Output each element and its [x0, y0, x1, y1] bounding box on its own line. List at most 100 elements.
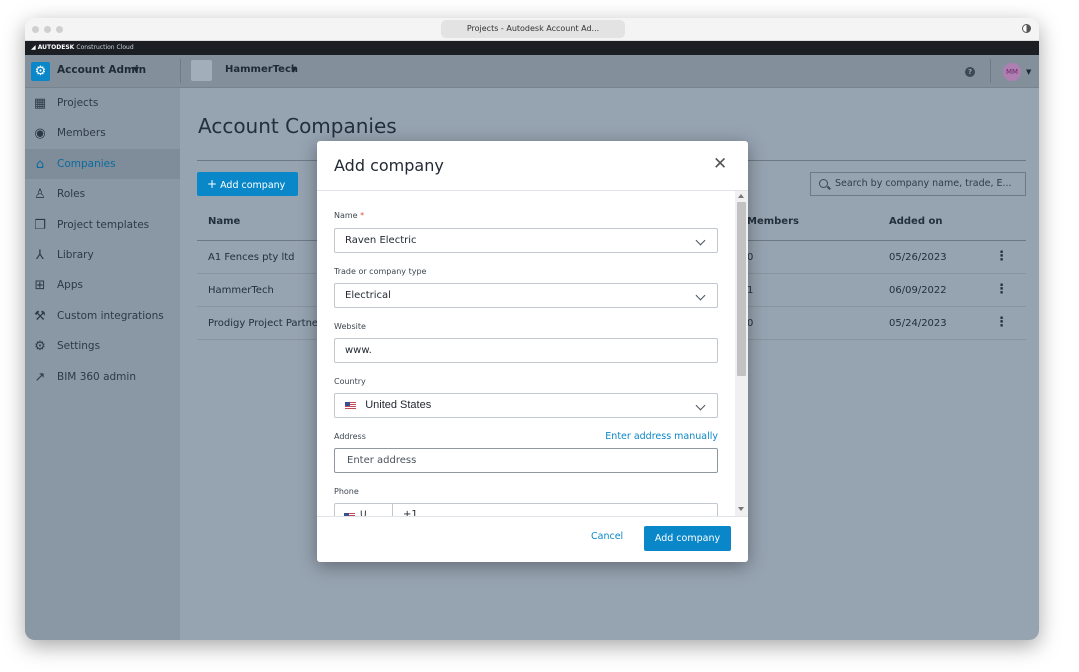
cancel-button[interactable]: Cancel: [591, 531, 623, 542]
company-name[interactable]: A1 Fences pty ltd: [208, 252, 295, 263]
country-select[interactable]: United States: [334, 393, 718, 418]
roles-icon: ♙: [34, 186, 46, 202]
dialog-footer-divider: [317, 516, 748, 517]
brand-product: Construction Cloud: [76, 44, 134, 51]
trade-select[interactable]: Electrical: [334, 283, 718, 308]
account-switcher[interactable]: HammerTech ▼: [191, 55, 331, 87]
dialog-body: Name * Raven Electric Trade or company t…: [317, 191, 748, 516]
chevron-down-icon: ▼: [291, 66, 297, 74]
more-options-icon[interactable]: ⋮: [995, 249, 1008, 264]
add-company-submit-button[interactable]: Add company: [644, 526, 731, 551]
trade-value: Electrical: [345, 290, 391, 301]
added-on-date: 06/09/2022: [889, 285, 947, 296]
phone-country-code: +1: [403, 509, 418, 516]
name-label-text: Name: [334, 211, 358, 220]
companies-icon: ⌂: [35, 156, 45, 172]
templates-icon: ❐: [34, 217, 46, 233]
column-header-name[interactable]: Name: [208, 216, 240, 227]
sidebar-item-projects[interactable]: ▦ Projects: [25, 88, 180, 118]
close-icon[interactable]: ✕: [713, 156, 727, 173]
sidebar-item-roles[interactable]: ♙ Roles: [25, 179, 180, 209]
sidebar-item-label: Settings: [57, 340, 101, 352]
sidebar-item-settings[interactable]: ⚙ Settings: [25, 331, 180, 361]
column-header-added-on[interactable]: Added on: [889, 216, 942, 227]
header-divider: [180, 59, 181, 83]
sidebar-item-members[interactable]: ◉ Members: [25, 118, 180, 148]
account-logo-icon: [191, 60, 212, 81]
dialog-scrollbar-thumb[interactable]: [737, 202, 746, 376]
name-value: Raven Electric: [345, 235, 417, 246]
dialog-title: Add company: [334, 156, 444, 175]
more-options-icon[interactable]: ⋮: [995, 315, 1008, 330]
website-value: www.: [345, 345, 372, 356]
browser-tab[interactable]: Projects - Autodesk Account Ad...: [441, 20, 625, 38]
us-flag-icon: [345, 401, 356, 409]
browser-window: Projects - Autodesk Account Ad... ◢ AUTO…: [25, 18, 1039, 640]
address-field[interactable]: Enter address: [334, 448, 718, 473]
phone-field[interactable]: U +1: [334, 503, 718, 516]
external-link-icon: ↗: [34, 369, 46, 385]
more-options-icon[interactable]: ⋮: [995, 282, 1008, 297]
window-close-dot[interactable]: [32, 26, 39, 33]
window-minimize-dot[interactable]: [44, 26, 51, 33]
chevron-down-icon: [695, 400, 706, 411]
add-company-dialog: Add company ✕ Name * Raven Electric Trad…: [317, 141, 748, 562]
sidebar-item-label: Projects: [57, 97, 99, 109]
avatar: MM: [1003, 63, 1021, 81]
sidebar-item-label: Companies: [57, 158, 116, 170]
country-value: United States: [365, 399, 432, 411]
projects-icon: ▦: [33, 95, 47, 111]
sidebar-item-library[interactable]: ⅄ Library: [25, 240, 180, 270]
enter-address-manually-link[interactable]: Enter address manually: [605, 431, 718, 442]
website-label: Website: [334, 322, 366, 331]
sidebar-item-label: Project templates: [57, 219, 150, 231]
chevron-down-icon: ▼: [1026, 68, 1032, 76]
column-header-members[interactable]: Members: [747, 216, 799, 227]
sidebar-item-companies[interactable]: ⌂ Companies: [25, 149, 180, 179]
sidebar-item-bim-360-admin[interactable]: ↗ BIM 360 admin: [25, 362, 180, 392]
chevron-down-icon: [695, 290, 706, 301]
search-icon: [819, 179, 828, 188]
autodesk-logo-icon: ◢: [31, 44, 36, 51]
phone-divider: [392, 504, 393, 516]
sidebar-item-custom-integrations[interactable]: ⚒ Custom integrations: [25, 301, 180, 331]
members-icon: ◉: [34, 125, 46, 141]
add-company-label: Add company: [220, 180, 286, 191]
sidebar-item-apps[interactable]: ⊞ Apps: [25, 270, 180, 300]
company-name[interactable]: Prodigy Project Partners: [208, 318, 327, 329]
sidebar-item-label: Library: [57, 249, 94, 261]
sidebar-item-label: Apps: [57, 279, 83, 291]
required-mark: *: [360, 211, 365, 220]
user-menu[interactable]: MM ▼: [1003, 63, 1035, 81]
sidebar-item-label: Custom integrations: [57, 310, 164, 322]
country-label: Country: [334, 377, 366, 386]
company-name[interactable]: HammerTech: [208, 285, 274, 296]
trade-label: Trade or company type: [334, 267, 427, 276]
name-label: Name *: [334, 211, 364, 220]
module-switcher[interactable]: ⚙ Account Admin ▼: [25, 55, 180, 87]
website-field[interactable]: www.: [334, 338, 718, 363]
scroll-down-arrow-icon[interactable]: [738, 507, 744, 511]
add-company-button[interactable]: + Add company: [197, 172, 298, 196]
search-input[interactable]: Search by company name, trade, E...: [810, 172, 1026, 196]
address-placeholder: Enter address: [347, 455, 417, 466]
gear-icon: ⚙: [34, 338, 46, 354]
sidebar-item-project-templates[interactable]: ❐ Project templates: [25, 210, 180, 240]
sidebar: ▦ Projects ◉ Members ⌂ Companies ♙ Roles…: [25, 88, 180, 640]
appearance-icon[interactable]: [1022, 24, 1031, 33]
window-zoom-dot[interactable]: [56, 26, 63, 33]
brand-name: AUTODESK: [37, 44, 75, 51]
autodesk-brand-bar: ◢ AUTODESK Construction Cloud: [25, 41, 1039, 55]
phone-label: Phone: [334, 487, 359, 496]
address-label: Address: [334, 432, 366, 441]
help-circle-icon[interactable]: ?: [965, 67, 975, 77]
integrations-icon: ⚒: [34, 308, 46, 324]
header-divider: [990, 59, 991, 83]
name-select[interactable]: Raven Electric: [334, 228, 718, 253]
browser-titlebar: Projects - Autodesk Account Ad...: [25, 18, 1039, 41]
chevron-down-icon: ▼: [133, 65, 140, 74]
apps-icon: ⊞: [34, 277, 46, 293]
scroll-up-arrow-icon[interactable]: [738, 194, 744, 198]
sidebar-item-label: Roles: [57, 188, 86, 200]
admin-gear-icon: ⚙: [31, 62, 50, 81]
